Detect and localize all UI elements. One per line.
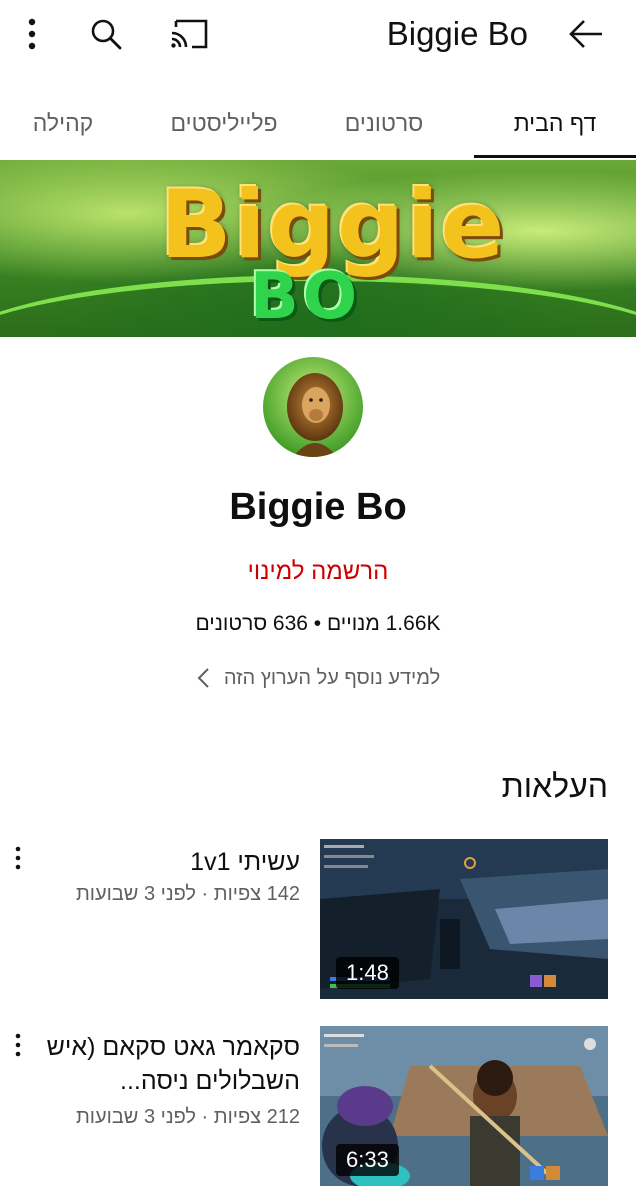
- subscribe-button[interactable]: הרשמה למינוי: [0, 558, 636, 586]
- video-thumbnail[interactable]: 6:33: [320, 1026, 608, 1186]
- video-item[interactable]: 6:33 סקאמר גאט סקאם (איש השבלולים ניסה..…: [0, 1026, 636, 1186]
- channel-tabs: דף הבית סרטונים פלייליסטים קהילה: [0, 88, 636, 160]
- more-options-icon[interactable]: [8, 10, 56, 58]
- video-more-options-icon[interactable]: [6, 1030, 30, 1060]
- channel-stats: 1.66K מנויים • 636 סרטונים: [195, 612, 441, 635]
- video-more-options-icon[interactable]: [6, 843, 30, 873]
- tab-playlists[interactable]: פלייליסטים: [154, 88, 294, 158]
- cast-icon[interactable]: [166, 10, 214, 58]
- search-icon[interactable]: [82, 10, 130, 58]
- uploads-section-title: העלאות: [501, 768, 608, 804]
- video-item[interactable]: 1:48 עשיתי 1v1 142 צפיות · לפני 3 שבועות: [0, 839, 636, 999]
- chevron-left-icon: [196, 667, 210, 689]
- video-meta: 212 צפיות · לפני 3 שבועות: [75, 1106, 300, 1128]
- video-title[interactable]: סקאמר גאט סקאם (איש השבלולים ניסה...: [30, 1030, 300, 1098]
- banner-logo-subtext: BO: [250, 260, 362, 334]
- lion-avatar-icon: [263, 357, 363, 457]
- channel-name: Biggie Bo: [229, 486, 407, 528]
- more-info-label: למידע נוסף על הערוץ הזה: [223, 666, 441, 689]
- tab-home[interactable]: דף הבית: [474, 88, 636, 158]
- channel-avatar[interactable]: [263, 357, 363, 457]
- app-bar: Biggie Bo: [0, 0, 636, 68]
- tab-community[interactable]: קהילה: [0, 88, 126, 158]
- channel-more-info-link[interactable]: למידע נוסף על הערוץ הזה: [0, 662, 636, 694]
- header-title: Biggie Bo: [386, 15, 528, 52]
- back-arrow-icon[interactable]: [562, 10, 610, 58]
- video-duration: 1:48: [336, 957, 399, 989]
- video-title[interactable]: עשיתי 1v1: [30, 845, 300, 879]
- channel-banner: Biggie BO: [0, 160, 636, 337]
- video-meta: 142 צפיות · לפני 3 שבועות: [75, 883, 300, 905]
- video-duration: 6:33: [336, 1144, 399, 1176]
- video-thumbnail[interactable]: 1:48: [320, 839, 608, 999]
- tab-videos[interactable]: סרטונים: [304, 88, 464, 158]
